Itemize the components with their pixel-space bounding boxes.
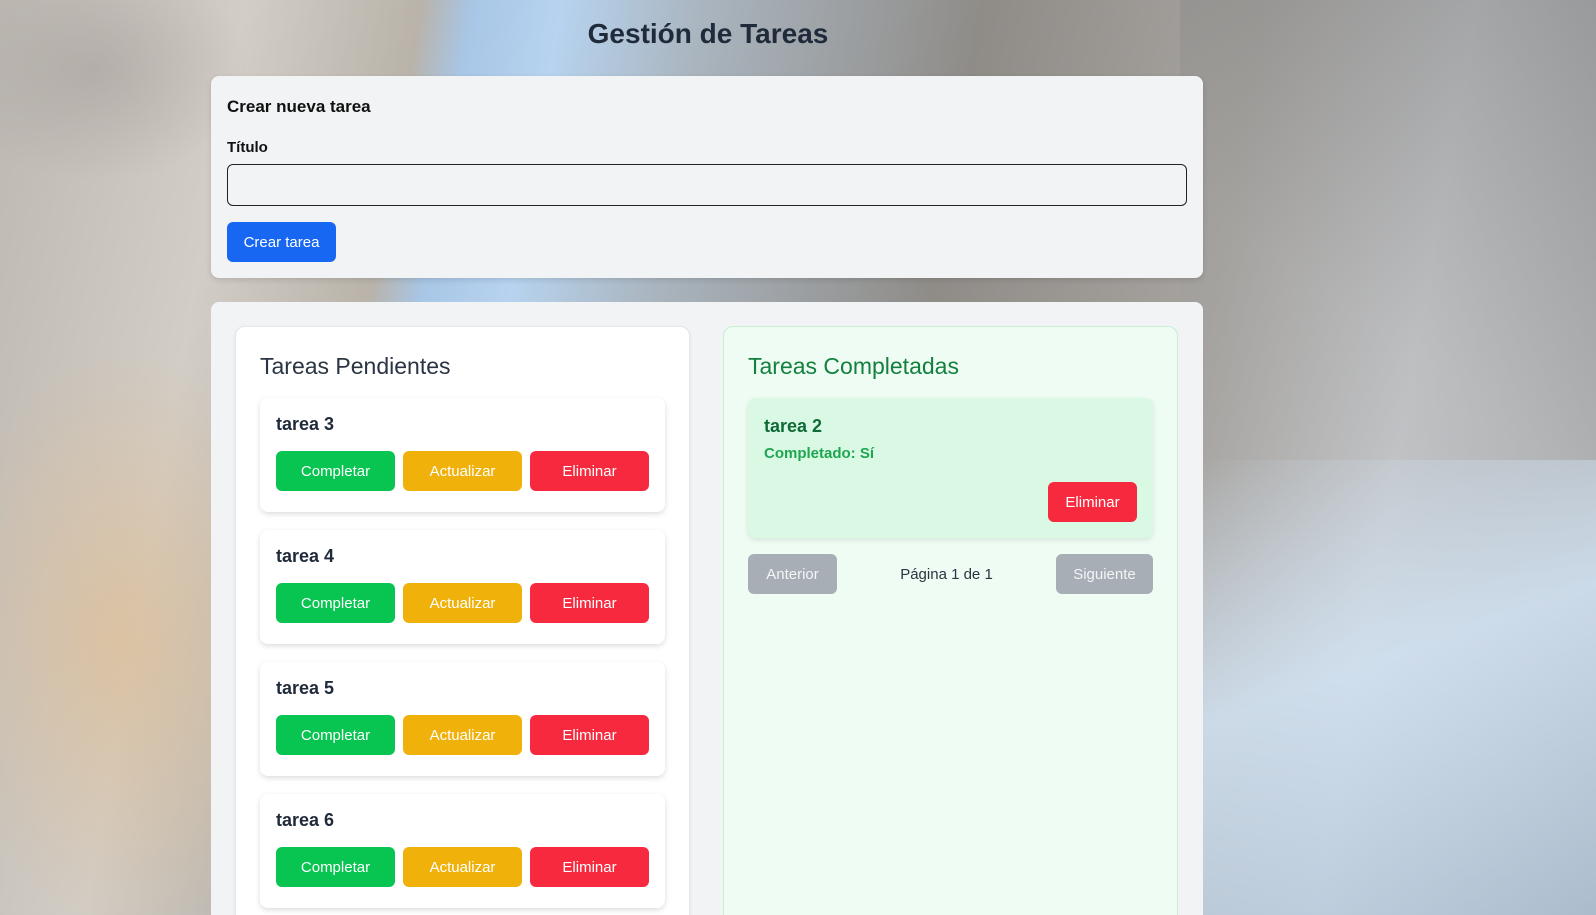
title-label: Título	[227, 139, 268, 156]
page-indicator: Página 1 de 1	[900, 565, 993, 583]
create-task-button[interactable]: Crear tarea	[227, 222, 336, 262]
delete-button[interactable]: Eliminar	[530, 847, 649, 887]
delete-button[interactable]: Eliminar	[530, 583, 649, 623]
pending-task-card: tarea 6 Completar Actualizar Eliminar	[260, 794, 665, 908]
task-actions: Completar Actualizar Eliminar	[276, 451, 649, 491]
title-input[interactable]	[227, 164, 1187, 206]
update-button[interactable]: Actualizar	[403, 847, 522, 887]
update-button[interactable]: Actualizar	[403, 715, 522, 755]
complete-button[interactable]: Completar	[276, 847, 395, 887]
background-decoration	[1180, 0, 1596, 915]
pending-task-card: tarea 3 Completar Actualizar Eliminar	[260, 398, 665, 512]
create-task-heading: Crear nueva tarea	[227, 97, 371, 116]
background-sky	[1185, 460, 1596, 915]
complete-button[interactable]: Completar	[276, 715, 395, 755]
task-board: Tareas Pendientes tarea 3 Completar Actu…	[211, 302, 1203, 915]
task-actions: Completar Actualizar Eliminar	[276, 847, 649, 887]
completed-status: Completado: Sí	[764, 445, 875, 462]
delete-button[interactable]: Eliminar	[530, 451, 649, 491]
task-actions: Completar Actualizar Eliminar	[276, 583, 649, 623]
delete-button[interactable]: Eliminar	[530, 715, 649, 755]
page-title: Gestión de Tareas	[587, 18, 829, 49]
task-title: tarea 3	[276, 414, 335, 434]
task-title: tarea 6	[276, 810, 335, 830]
pending-task-card: tarea 5 Completar Actualizar Eliminar	[260, 662, 665, 776]
completed-task-card: tarea 2 Completado: Sí Eliminar	[748, 398, 1153, 538]
complete-button[interactable]: Completar	[276, 583, 395, 623]
task-title: tarea 2	[764, 416, 823, 436]
create-task-form: Crear nueva tarea Título Crear tarea	[211, 76, 1203, 278]
completed-tasks-heading: Tareas Completadas	[748, 353, 959, 379]
previous-page-button[interactable]: Anterior	[748, 554, 837, 594]
pending-task-card: tarea 4 Completar Actualizar Eliminar	[260, 530, 665, 644]
delete-button[interactable]: Eliminar	[1048, 482, 1137, 522]
pending-tasks-heading: Tareas Pendientes	[260, 353, 451, 379]
task-actions: Completar Actualizar Eliminar	[276, 715, 649, 755]
task-title: tarea 5	[276, 678, 335, 698]
update-button[interactable]: Actualizar	[403, 583, 522, 623]
task-title: tarea 4	[276, 546, 335, 566]
complete-button[interactable]: Completar	[276, 451, 395, 491]
pending-tasks-column: Tareas Pendientes tarea 3 Completar Actu…	[235, 326, 690, 915]
pagination: Anterior Página 1 de 1 Siguiente	[748, 554, 1153, 594]
completed-tasks-column: Tareas Completadas tarea 2 Completado: S…	[723, 326, 1178, 915]
next-page-button[interactable]: Siguiente	[1055, 554, 1153, 594]
update-button[interactable]: Actualizar	[403, 451, 522, 491]
